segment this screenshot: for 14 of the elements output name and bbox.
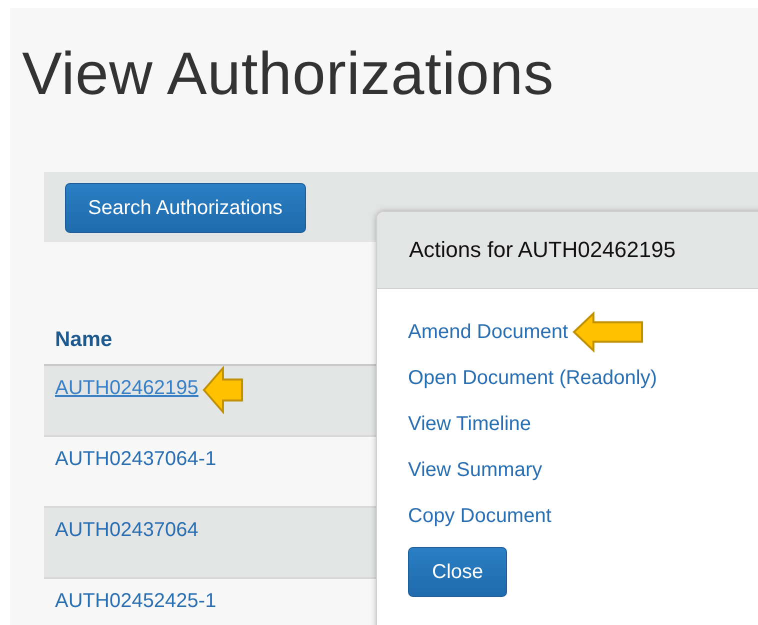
close-button[interactable]: Close <box>408 547 508 597</box>
authorization-link[interactable]: AUTH02437064-1 <box>55 445 216 473</box>
action-link[interactable]: Open Document (Readonly) <box>408 366 658 390</box>
popup-title: Actions for AUTH02462195 <box>409 237 676 263</box>
page-title: View Authorizations <box>21 39 556 109</box>
authorization-link[interactable]: AUTH02452425-1 <box>55 587 216 615</box>
action-link[interactable]: View Summary <box>408 458 542 482</box>
action-link[interactable]: Amend Document <box>408 320 568 344</box>
authorization-link[interactable]: AUTH02462195 <box>55 374 198 402</box>
column-header: Name <box>55 328 112 352</box>
search-button[interactable]: Search Authorizations <box>65 183 306 233</box>
authorization-link[interactable]: AUTH02437064 <box>55 516 198 544</box>
action-link[interactable]: Copy Document <box>408 504 552 528</box>
action-link[interactable]: View Timeline <box>408 412 532 436</box>
